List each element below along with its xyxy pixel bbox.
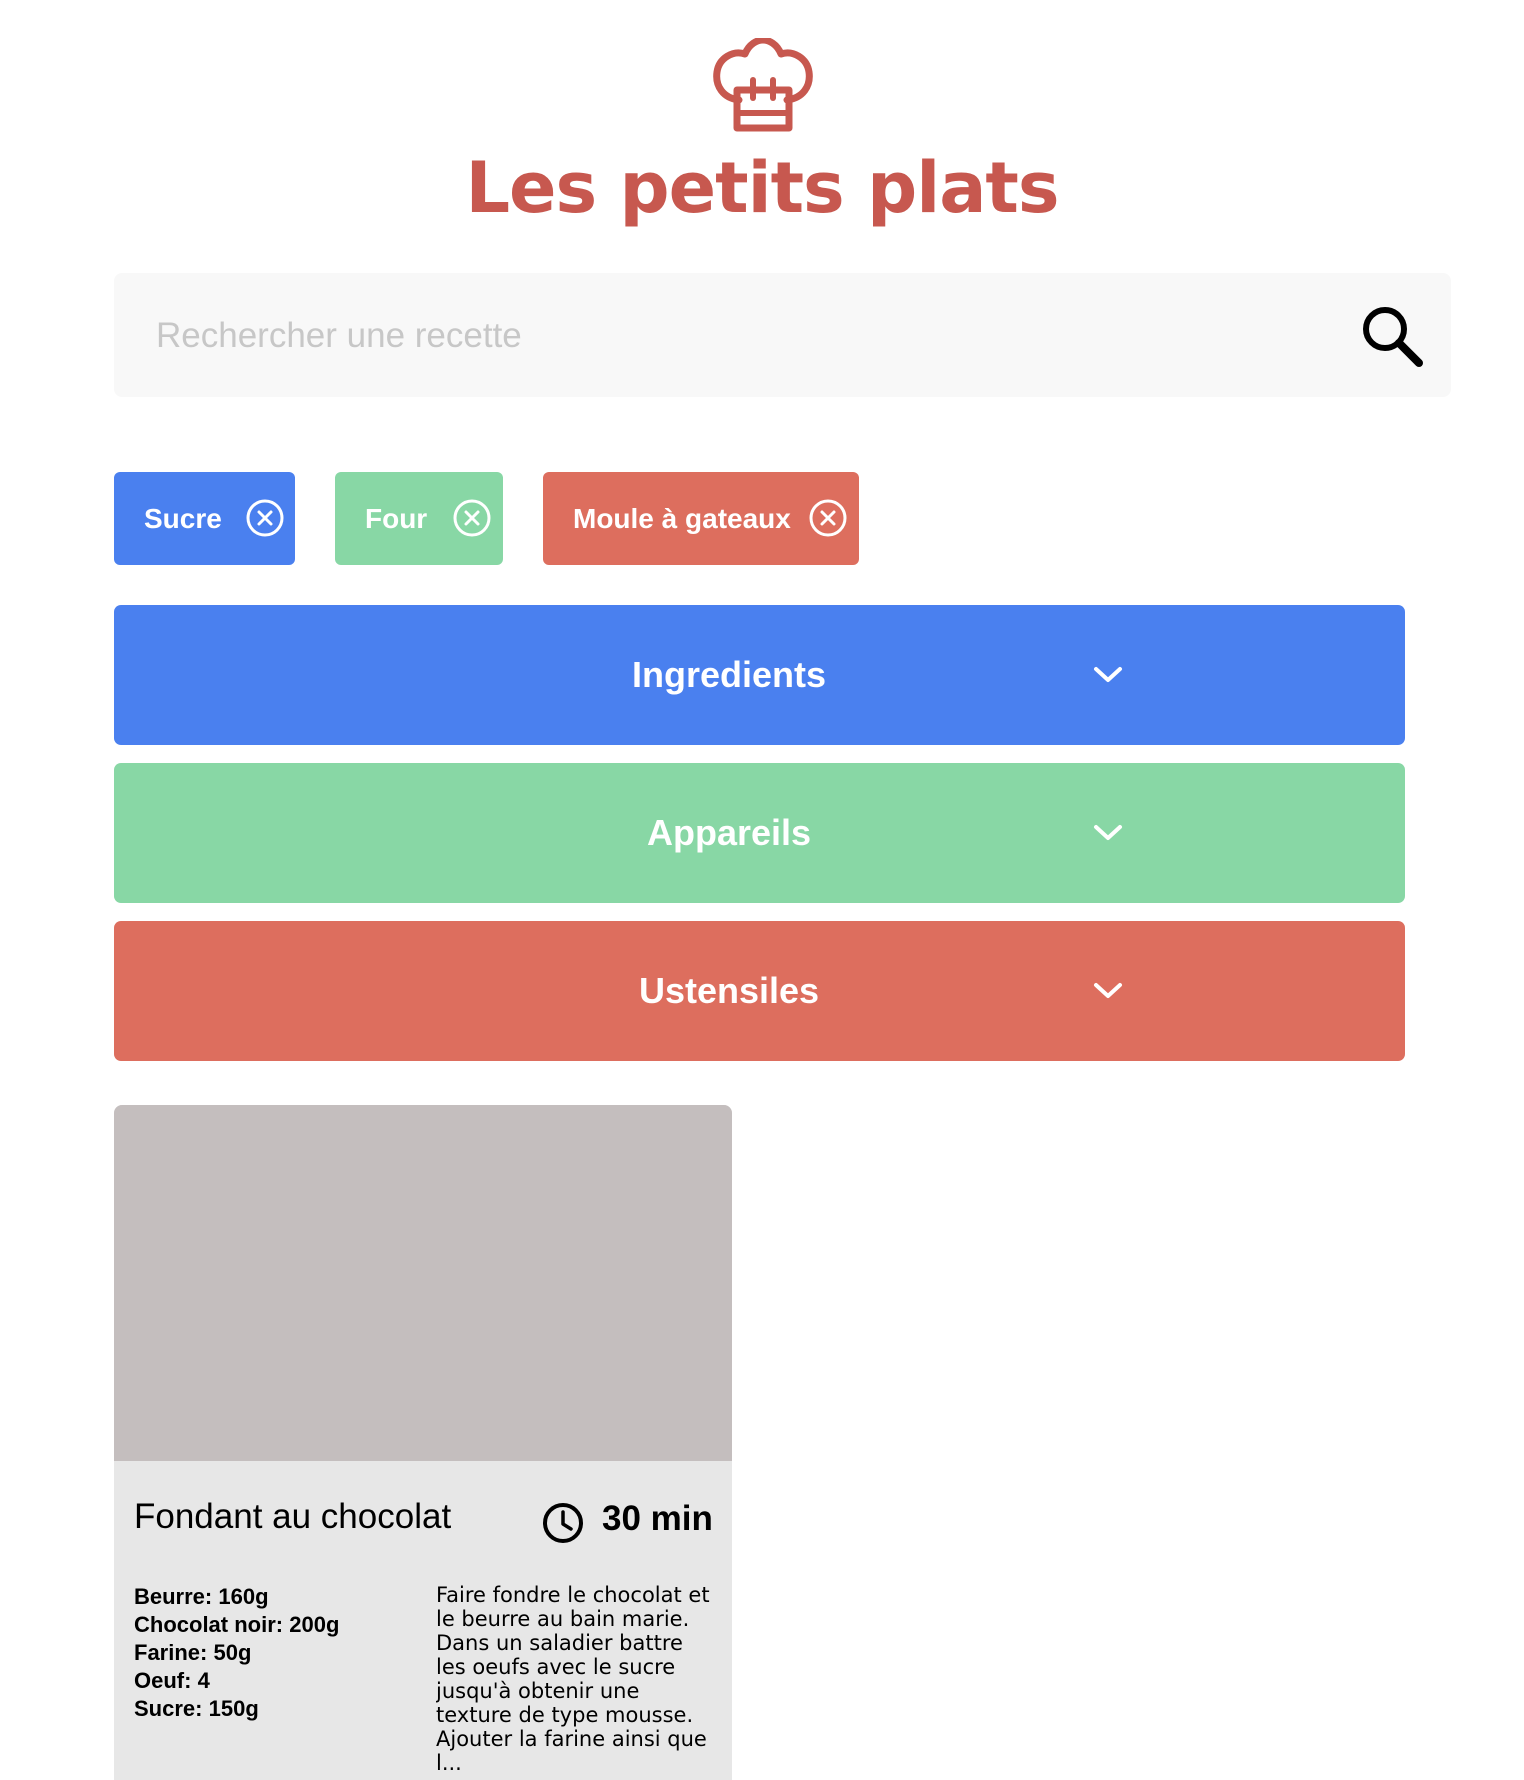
- chevron-down-icon: [1094, 667, 1122, 682]
- tag-four: Four: [335, 472, 503, 565]
- ingredient-item: Oeuf: 4: [134, 1668, 210, 1693]
- ingredient-item: Chocolat noir: 200g: [134, 1612, 340, 1637]
- page: Les petits plats Sucre Four Moule à gate…: [0, 0, 1524, 1780]
- filter-ustensiles-button[interactable]: Ustensiles: [114, 921, 1405, 1061]
- ingredient-item: Beurre: 160g: [134, 1584, 269, 1609]
- filter-label: Appareils: [646, 812, 812, 853]
- filter-label: Ustensiles: [638, 970, 820, 1011]
- page-title: Les petits plats: [465, 147, 1059, 229]
- recipe-title: Fondant au chocolat: [134, 1497, 452, 1536]
- filter-ingredients-button[interactable]: Ingredients: [114, 605, 1405, 745]
- search-icon[interactable]: [1359, 303, 1425, 369]
- tag-moule-a-gateaux: Moule à gateaux: [543, 472, 859, 565]
- tag-label: Four: [365, 503, 428, 534]
- recipe-description: Faire fondre le chocolat et le beurre au…: [436, 1583, 710, 1775]
- filter-label: Ingredients: [631, 654, 827, 695]
- chef-hat-icon: [713, 38, 813, 132]
- recipe-image-placeholder: [114, 1105, 732, 1461]
- search-input[interactable]: [154, 273, 1338, 399]
- filter-appareils-button[interactable]: Appareils: [114, 763, 1405, 903]
- close-circle-icon[interactable]: [452, 498, 492, 538]
- close-circle-icon[interactable]: [245, 498, 285, 538]
- chevron-down-icon: [1094, 825, 1122, 840]
- ingredient-list: Beurre: 160g Chocolat noir: 200g Farine:…: [134, 1583, 414, 1723]
- recipe-card[interactable]: Fondant au chocolat 30 min Beurre: 160g …: [114, 1105, 732, 1780]
- ingredient-item: Farine: 50g: [134, 1640, 252, 1665]
- chevron-down-icon: [1094, 983, 1122, 998]
- search-bar: [114, 273, 1451, 399]
- tag-sucre: Sucre: [114, 472, 295, 565]
- clock-icon: [543, 1503, 583, 1543]
- tag-label: Sucre: [144, 503, 222, 534]
- tag-label: Moule à gateaux: [573, 503, 791, 534]
- ingredient-item: Sucre: 150g: [134, 1696, 259, 1721]
- close-circle-icon[interactable]: [808, 498, 848, 538]
- recipe-time: 30 min: [602, 1499, 713, 1538]
